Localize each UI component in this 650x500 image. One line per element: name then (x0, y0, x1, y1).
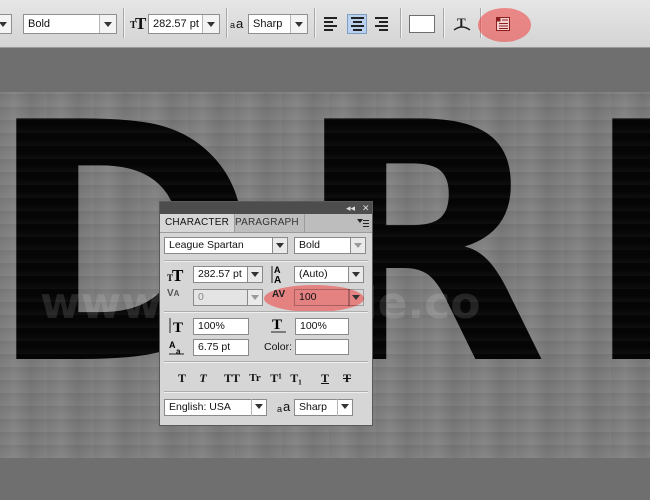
chevron-down-icon (202, 15, 219, 33)
color-label: Color: (264, 341, 293, 353)
baseline-shift-field[interactable]: 6.75 pt (193, 339, 249, 356)
horizontal-scale-value: 100% (300, 320, 327, 332)
subscript-button[interactable]: T₁ (287, 370, 305, 386)
font-style-dropdown-button[interactable] (350, 237, 366, 254)
options-bar: Bold T T 282.57 pt a a Sharp T (0, 0, 650, 48)
antialias-dropdown[interactable]: Sharp (248, 14, 308, 34)
divider (164, 361, 368, 362)
chevron-down-icon (290, 15, 307, 33)
horizontal-scale-field[interactable]: 100% (295, 318, 349, 335)
collapse-icon[interactable]: ◂◂ (346, 202, 355, 214)
kerning-field[interactable]: 0 (193, 289, 249, 306)
tab-paragraph[interactable]: PARAGRAPH (230, 214, 305, 232)
divider (164, 311, 368, 312)
panel-toggle-icon (496, 17, 510, 31)
antialias-value: Sharp (253, 18, 283, 30)
all-caps-button[interactable]: TT (220, 370, 244, 386)
svg-text:A: A (274, 275, 281, 284)
tracking-dropdown-button[interactable] (348, 289, 364, 306)
vertical-scale-field[interactable]: 100% (193, 318, 249, 335)
language-dropdown[interactable]: English: USA (164, 399, 267, 416)
tracking-field[interactable]: 100 (294, 289, 350, 306)
separator (123, 8, 124, 38)
tracking-value: 100 (299, 291, 317, 303)
svg-text:A: A (169, 340, 176, 350)
vertical-scale-value: 100% (198, 320, 225, 332)
divider (164, 260, 368, 261)
align-left-button[interactable] (321, 14, 341, 34)
font-family-dropdown[interactable] (0, 14, 12, 34)
panel-font-size-value: 282.57 pt (198, 268, 242, 280)
font-size-field[interactable]: 282.57 pt (148, 14, 220, 34)
leading-value: (Auto) (299, 268, 328, 280)
tab-character[interactable]: CHARACTER (160, 214, 236, 232)
warp-text-icon: T (453, 15, 471, 31)
baseline-shift-icon: Aa (168, 338, 186, 356)
faux-italic-button[interactable]: T (194, 370, 212, 386)
separator (443, 8, 444, 38)
leading-dropdown-button[interactable] (348, 266, 364, 283)
align-center-button[interactable] (347, 14, 367, 34)
font-size-icon: TT (167, 266, 187, 285)
kerning-dropdown-button[interactable] (247, 289, 263, 306)
panel-font-style-value: Bold (299, 239, 321, 251)
language-value: English: USA (169, 401, 231, 413)
panel-tabs: CHARACTER PARAGRAPH (160, 214, 372, 233)
kerning-icon: VA (167, 288, 180, 299)
panel-menu-icon[interactable] (357, 218, 369, 228)
font-size-dropdown-button[interactable] (247, 266, 263, 283)
text-color-swatch[interactable] (409, 15, 435, 33)
superscript-button[interactable]: T¹ (267, 370, 285, 386)
strikethrough-button[interactable]: T (338, 370, 356, 386)
panel-antialias-dropdown[interactable]: Sharp (294, 399, 353, 416)
panel-titlebar[interactable]: ◂◂ ✕ (160, 202, 372, 214)
faux-bold-button[interactable]: T (173, 370, 191, 386)
leading-icon: AA (271, 264, 289, 286)
font-family-dropdown-button[interactable] (272, 237, 288, 254)
underline-button[interactable]: T (316, 370, 334, 386)
warp-text-button[interactable]: T (452, 14, 472, 34)
chevron-down-icon (337, 399, 353, 416)
close-icon[interactable]: ✕ (362, 202, 370, 214)
character-panel-toggle-button[interactable] (495, 16, 511, 32)
font-family-value: League Spartan (169, 239, 244, 251)
kerning-value: 0 (198, 291, 204, 303)
tracking-icon: AV (272, 289, 286, 300)
chevron-down-icon (251, 399, 267, 416)
font-style-dropdown[interactable]: Bold (23, 14, 117, 34)
color-swatch[interactable] (295, 339, 349, 355)
separator (226, 8, 227, 38)
leading-field[interactable]: (Auto) (294, 266, 350, 283)
chevron-down-icon (99, 15, 116, 33)
divider (164, 391, 368, 392)
panel-font-style-field[interactable]: Bold (294, 237, 354, 254)
font-size-icon: T T (130, 14, 147, 33)
antialias-icon: a a (277, 399, 291, 414)
panel-font-size-field[interactable]: 282.57 pt (193, 266, 249, 283)
font-style-value: Bold (28, 18, 51, 30)
chevron-down-icon (0, 15, 11, 33)
svg-text:A: A (274, 265, 281, 275)
separator (400, 8, 401, 38)
svg-text:a: a (176, 347, 181, 356)
align-right-button[interactable] (372, 14, 392, 34)
font-family-field[interactable]: League Spartan (164, 237, 276, 254)
separator (314, 8, 315, 38)
baseline-shift-value: 6.75 pt (198, 341, 231, 353)
small-caps-button[interactable]: Tr (244, 370, 266, 386)
character-panel: ◂◂ ✕ CHARACTER PARAGRAPH League Spartan … (159, 201, 373, 426)
svg-text:T: T (173, 320, 183, 334)
horizontal-scale-icon: T (270, 316, 288, 334)
svg-text:T: T (272, 317, 282, 333)
vertical-scale-icon: T (168, 317, 186, 336)
antialias-icon: a a (230, 16, 244, 31)
font-size-value: 282.57 pt (153, 18, 199, 30)
svg-text:T: T (172, 266, 184, 283)
panel-antialias-value: Sharp (299, 401, 328, 413)
